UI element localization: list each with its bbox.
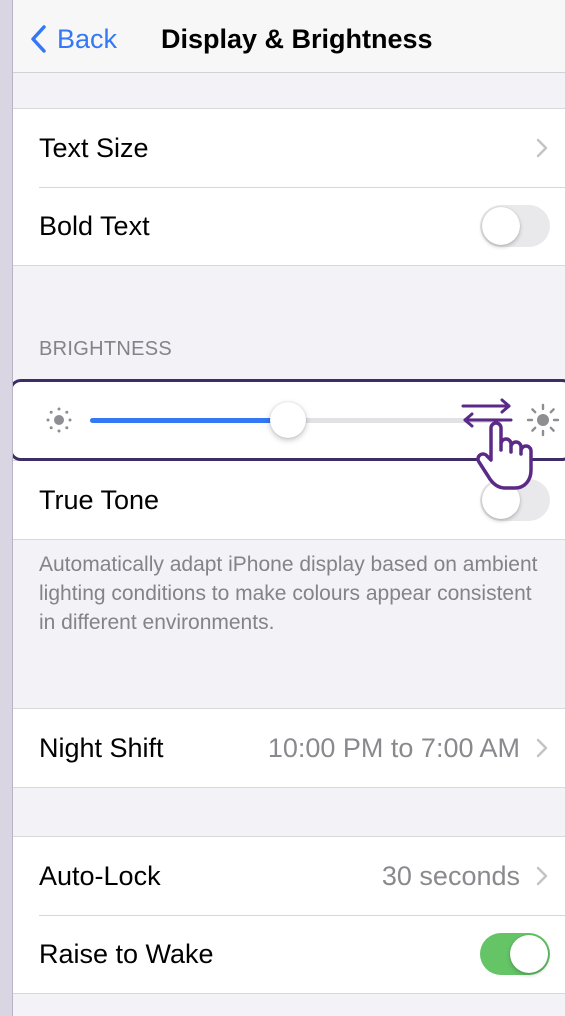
auto-lock-row[interactable]: Auto-Lock 30 seconds bbox=[13, 837, 565, 915]
text-size-row[interactable]: Text Size bbox=[13, 109, 565, 187]
page-title: Display & Brightness bbox=[161, 24, 433, 54]
brightness-slider[interactable] bbox=[90, 402, 502, 438]
back-label: Back bbox=[57, 23, 118, 54]
lock-settings-group: Auto-Lock 30 seconds Raise to Wake bbox=[13, 836, 565, 994]
night-shift-value: 10:00 PM to 7:00 AM bbox=[267, 732, 520, 763]
sun-small-icon bbox=[46, 407, 72, 433]
brightness-slider-thumb[interactable] bbox=[269, 402, 306, 438]
toggle-knob bbox=[510, 935, 548, 973]
toggle-knob bbox=[482, 207, 520, 245]
back-chevron-icon bbox=[31, 25, 46, 53]
auto-lock-label: Auto-Lock bbox=[39, 860, 161, 891]
back-button[interactable]: Back bbox=[29, 22, 117, 56]
chevron-right-icon bbox=[536, 738, 548, 758]
hand-cursor-icon bbox=[476, 421, 533, 490]
night-shift-group: Night Shift 10:00 PM to 7:00 AM bbox=[13, 708, 565, 788]
settings-screen: Back Display & Brightness Text Size Bold… bbox=[12, 0, 565, 1016]
night-shift-row[interactable]: Night Shift 10:00 PM to 7:00 AM bbox=[13, 709, 565, 787]
raise-to-wake-row: Raise to Wake bbox=[13, 915, 565, 993]
brightness-section-header: BRIGHTNESS bbox=[39, 338, 173, 360]
bold-text-label: Bold Text bbox=[39, 210, 150, 241]
raise-to-wake-toggle[interactable] bbox=[480, 933, 550, 975]
navigation-bar: Back Display & Brightness bbox=[13, 0, 565, 73]
text-settings-group: Text Size Bold Text bbox=[13, 108, 565, 266]
bold-text-toggle[interactable] bbox=[480, 205, 550, 247]
true-tone-label: True Tone bbox=[39, 484, 160, 515]
bold-text-row: Bold Text bbox=[13, 187, 565, 265]
brightness-slider-fill bbox=[90, 418, 288, 423]
true-tone-description: Automatically adapt iPhone display based… bbox=[39, 553, 538, 634]
raise-to-wake-label: Raise to Wake bbox=[39, 938, 214, 969]
text-size-label: Text Size bbox=[39, 132, 149, 163]
auto-lock-value: 30 seconds bbox=[381, 860, 520, 891]
chevron-right-icon bbox=[536, 138, 548, 158]
chevron-right-icon bbox=[536, 866, 548, 886]
night-shift-label: Night Shift bbox=[39, 732, 164, 763]
